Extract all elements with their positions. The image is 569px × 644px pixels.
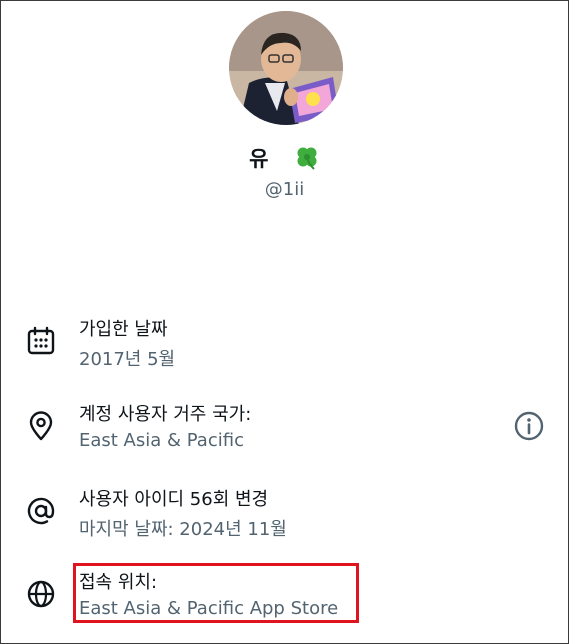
calendar-icon — [25, 325, 57, 357]
joined-date-label: 가입한 날짜 — [79, 319, 168, 340]
username-changes-label: 사용자 아이디 56회 변경 — [79, 489, 269, 510]
at-sign-icon — [25, 495, 57, 527]
avatar[interactable] — [229, 11, 343, 125]
highlight-annotation-box — [73, 563, 359, 623]
info-icon[interactable] — [513, 410, 545, 442]
user-handle: @1ii — [264, 179, 305, 200]
four-leaf-clover-icon — [294, 144, 320, 175]
profile-about-panel: 유 @1ii 가입한 날짜 2017년 5월 계정 사용자 거주 국가: Eas… — [0, 0, 569, 644]
username-changes-value: 마지막 날짜: 2024년 11월 — [79, 519, 287, 540]
joined-date-value: 2017년 5월 — [79, 349, 176, 370]
display-name-row: 유 — [1, 143, 568, 175]
account-country-label: 계정 사용자 거주 국가: — [79, 404, 252, 425]
display-name: 유 — [249, 147, 269, 171]
location-pin-icon — [25, 410, 57, 442]
account-country-value: East Asia & Pacific — [79, 430, 244, 451]
globe-icon — [25, 578, 57, 610]
